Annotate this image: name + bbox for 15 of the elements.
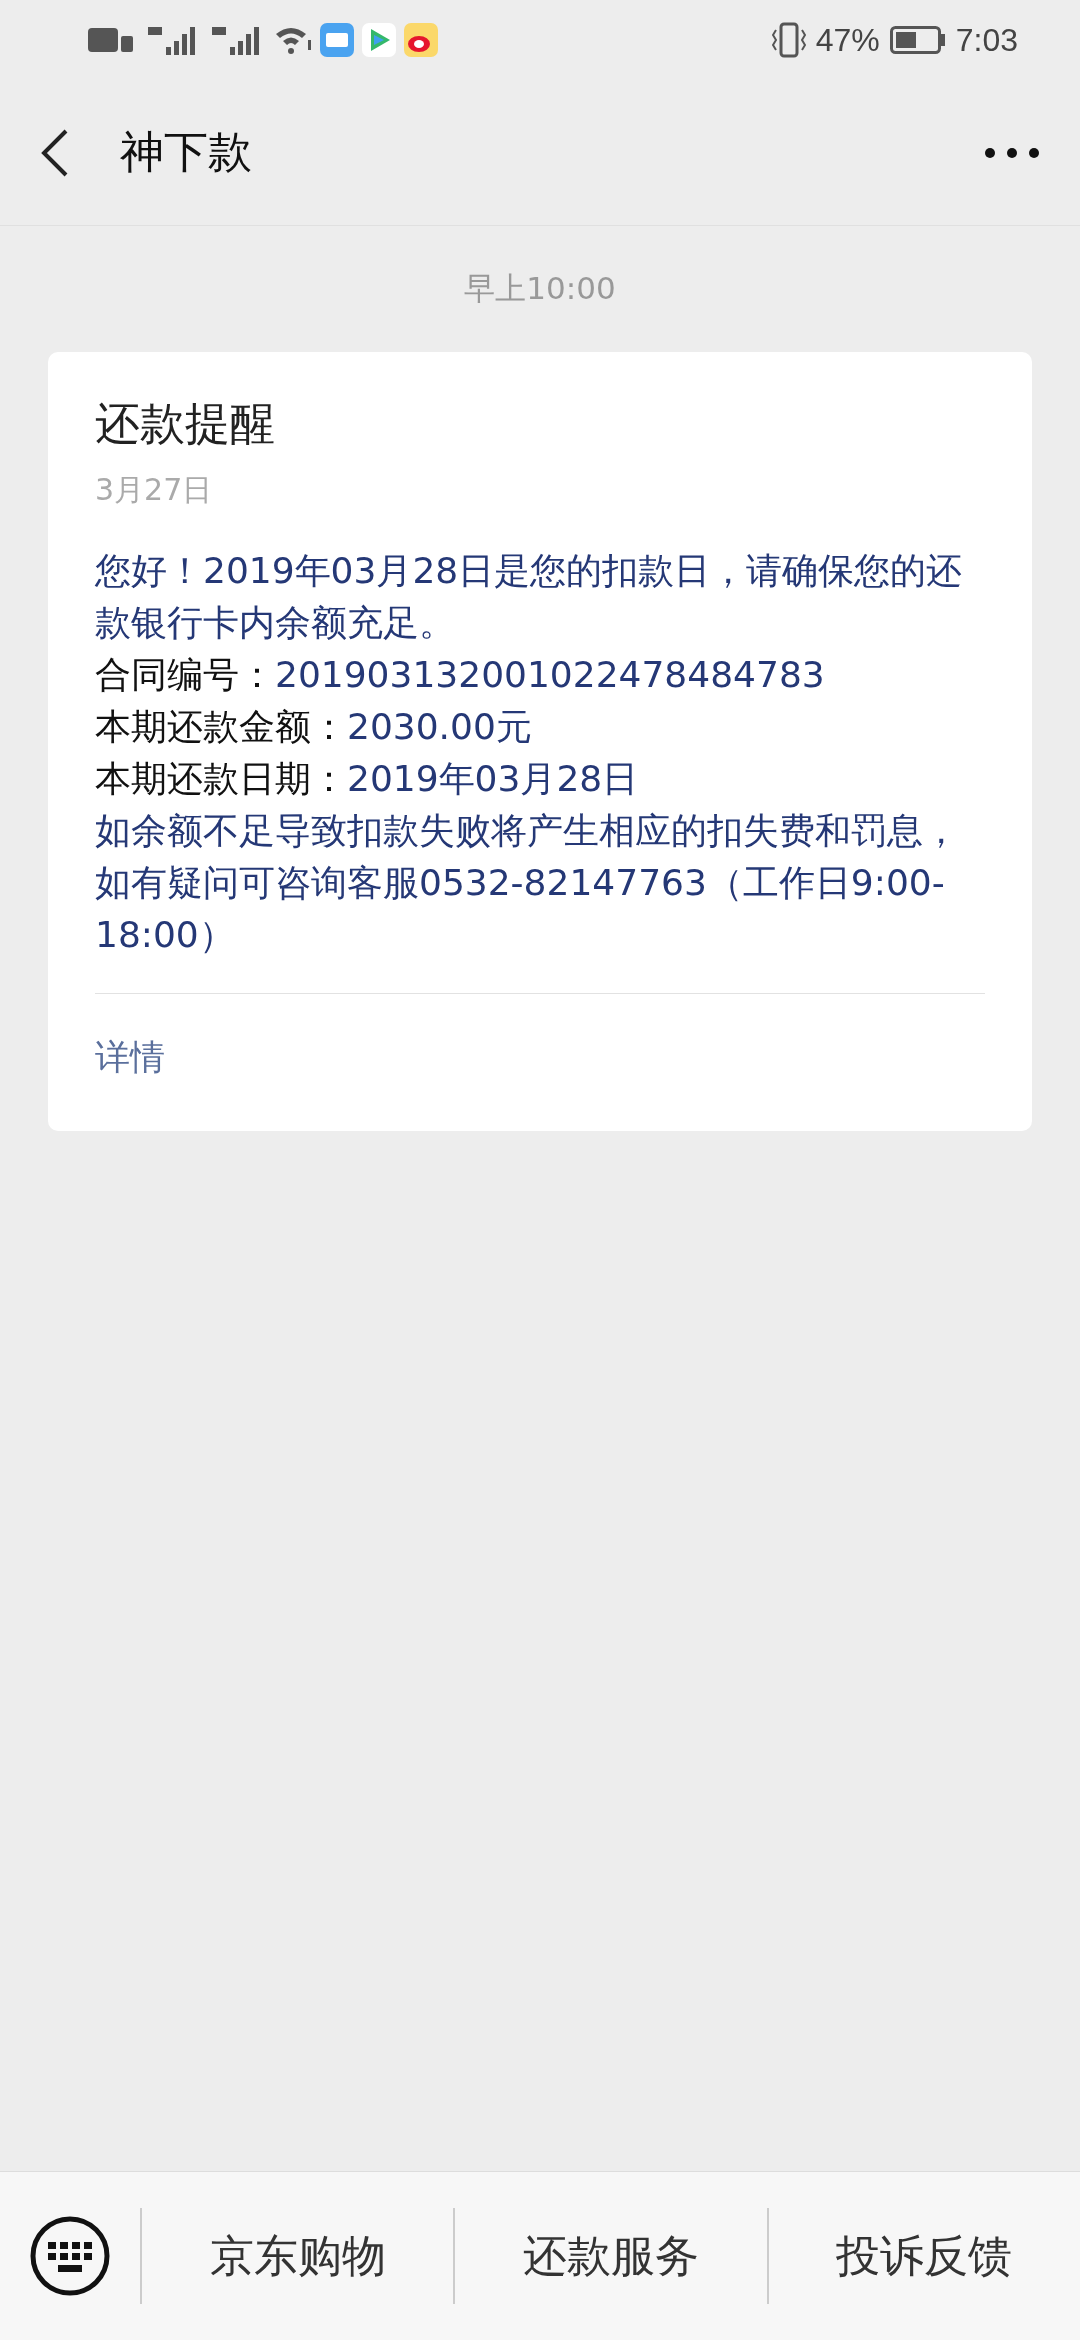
card-date: 3月27日 xyxy=(95,471,214,509)
field-label: 本期还款日期： xyxy=(95,758,347,799)
clock: 7:03 xyxy=(955,21,1018,59)
message-text: 您好！2019年03月28日是您的扣款日，请确保您的还款银行卡内余额充足。 xyxy=(95,549,964,645)
message-text: 如余额不足导致扣款失败将产生相应的扣失费和罚息，如有疑问可咨询客服0532-82147763（工作日9:00-18:00） xyxy=(95,809,960,957)
field-value: 201903132001022478484783 xyxy=(275,654,825,695)
details-link[interactable]: 详情 xyxy=(95,1034,165,1081)
chat-title: 神下款 xyxy=(120,125,253,179)
field-label: 本期还款金额： xyxy=(95,706,347,747)
field-label: 合同编号： xyxy=(95,654,275,695)
field-value: 2030.00元 xyxy=(347,706,532,747)
message-time: 早上10:00 xyxy=(464,269,616,308)
field-value: 2019年03月28日 xyxy=(347,758,639,799)
card-title: 还款提醒 xyxy=(95,396,276,452)
battery-percent: 47% xyxy=(815,21,880,59)
